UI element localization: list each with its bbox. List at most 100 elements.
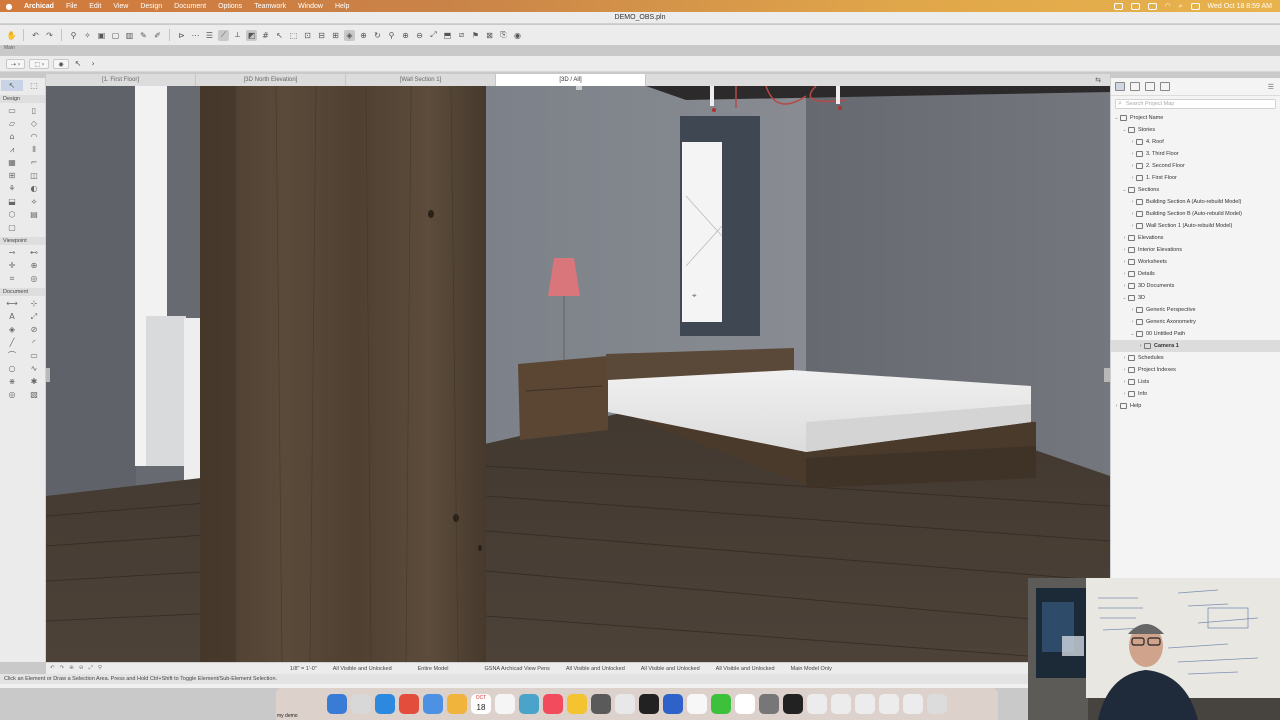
preview-icon[interactable] (519, 694, 539, 714)
left-scroll-handle[interactable] (46, 368, 50, 382)
project-map-item[interactable]: › Details (1111, 268, 1280, 280)
gravity-icon[interactable]: ⟂ (232, 30, 243, 41)
chevron-right-icon[interactable]: › (1129, 223, 1136, 229)
stair-tool-icon[interactable]: ⩘ (1, 144, 23, 155)
project-map-item[interactable]: › Camera 1 (1111, 340, 1280, 352)
chevron-right-icon[interactable]: › (1121, 259, 1128, 265)
column-tool-icon[interactable]: ▯ (23, 105, 45, 116)
model-view-option[interactable]: Entire Model (410, 666, 457, 672)
obs-icon[interactable] (783, 694, 803, 714)
hatch-tool-icon[interactable]: ⊘ (23, 324, 45, 335)
notes-icon[interactable] (567, 694, 587, 714)
trace-reference-icon[interactable]: ⊡ (302, 30, 313, 41)
chevron-right-icon[interactable]: › (1121, 379, 1128, 385)
project-map-item[interactable]: › 4. Roof (1111, 136, 1280, 148)
align-icon[interactable]: ⊳ (176, 30, 187, 41)
zoom-in-icon[interactable]: ⊕ (400, 30, 411, 41)
battery-icon[interactable] (1147, 2, 1157, 10)
project-map-item[interactable]: › Elevations (1111, 232, 1280, 244)
control-center-icon[interactable] (1190, 2, 1200, 10)
explore-icon[interactable]: ⚲ (386, 30, 397, 41)
zoom-out-icon[interactable]: ⊖ (414, 30, 425, 41)
render-icon[interactable]: ◉ (512, 30, 523, 41)
project-map-item[interactable]: › Generic Perspective (1111, 304, 1280, 316)
mail-icon[interactable] (423, 694, 443, 714)
pet-palette-icon[interactable]: ✋ (6, 30, 17, 41)
3d-scene[interactable]: ⌖ (46, 86, 1110, 662)
layout-book-icon[interactable] (1145, 82, 1155, 91)
minimized-window-4-icon[interactable] (903, 694, 923, 714)
project-map-item[interactable]: › Help (1111, 400, 1280, 412)
launchpad-icon[interactable] (351, 694, 371, 714)
menu-edit[interactable]: Edit (83, 3, 107, 10)
project-map-item[interactable]: ⌄ Project Name (1111, 112, 1280, 124)
undo-view-icon[interactable]: ↶ (50, 665, 55, 672)
inject-parameters-icon[interactable]: ✐ (152, 30, 163, 41)
menu-options[interactable]: Options (212, 3, 248, 10)
publisher-sets-icon[interactable] (1160, 82, 1170, 91)
facetime-icon[interactable] (711, 694, 731, 714)
project-map-item[interactable]: › Interior Elevations (1111, 244, 1280, 256)
marquee-3d-icon[interactable]: ⬒ (442, 30, 453, 41)
project-map-item[interactable]: ⌄ Stories (1111, 124, 1280, 136)
toolbox-section-design[interactable]: Design (0, 95, 45, 103)
screenshot-icon[interactable] (759, 694, 779, 714)
project-map-item[interactable]: › Schedules (1111, 352, 1280, 364)
publish-icon[interactable]: ⎘ (498, 30, 509, 41)
opening-tool-icon[interactable]: ▤ (23, 209, 45, 220)
chevron-right-icon[interactable]: › (1121, 271, 1128, 277)
figure-tool-icon[interactable]: ✱ (23, 376, 45, 387)
project-map-item[interactable]: › 2. Second Floor (1111, 160, 1280, 172)
object-tool-icon[interactable]: ⚘ (1, 183, 23, 194)
hotspot-tool-icon[interactable]: ⋇ (1, 376, 23, 387)
railing-tool-icon[interactable]: ⫴ (23, 144, 45, 155)
eye-view-dropdown[interactable]: ◉ (53, 58, 69, 69)
3d-navigation-icon[interactable]: ⊕ (358, 30, 369, 41)
camera-icon[interactable] (639, 694, 659, 714)
skylight-tool-icon[interactable]: ◫ (23, 170, 45, 181)
drawing-tool-icon[interactable]: ▭ (23, 350, 45, 361)
zoom-out-icon[interactable]: ⊖ (79, 665, 84, 672)
project-map-item[interactable]: › Building Section A (Auto-rebuild Model) (1111, 196, 1280, 208)
change-tool-icon[interactable]: ◎ (23, 273, 45, 284)
mesh-tool-icon[interactable]: ⟡ (23, 196, 45, 207)
menu-window[interactable]: Window (292, 3, 329, 10)
project-map-item[interactable]: › Building Section B (Auto-rebuild Model) (1111, 208, 1280, 220)
image-tool-icon[interactable]: ▧ (23, 389, 45, 400)
polyline-tool-icon[interactable]: ⌒ (1, 350, 23, 361)
menu-help[interactable]: Help (329, 3, 355, 10)
suspend-groups-icon[interactable]: ◩ (246, 29, 257, 41)
chevron-right-icon[interactable]: › (1129, 211, 1136, 217)
3d-window-icon[interactable]: ◈ (344, 29, 355, 41)
menu-app-archicad[interactable]: Archicad (18, 3, 60, 10)
minimized-window-1-icon[interactable] (831, 694, 851, 714)
arrow-tool-icon[interactable]: ↖ (73, 58, 84, 69)
screen-record-icon[interactable] (1113, 2, 1123, 10)
arrow-selection-dropdown[interactable]: ⇢ › (6, 58, 26, 69)
archicad-icon[interactable] (663, 694, 683, 714)
circle-tool-icon[interactable]: ○ (1, 363, 23, 374)
shell-tool-icon[interactable]: ◠ (23, 131, 45, 142)
view-map-icon[interactable] (1130, 82, 1140, 91)
undo-icon[interactable]: ↶ (30, 30, 41, 41)
minimized-window-3-icon[interactable] (879, 694, 899, 714)
chevron-right-icon[interactable]: › (1137, 343, 1144, 349)
wifi-icon[interactable]: ◠ (1165, 2, 1171, 10)
project-map-item[interactable]: › Info (1111, 388, 1280, 400)
grid-snap-icon[interactable]: # (260, 30, 271, 41)
chevron-right-icon[interactable]: › (1129, 151, 1136, 157)
layer-combination-2[interactable]: All Visible and Unlocked (558, 666, 633, 672)
document-window-icon[interactable] (807, 694, 827, 714)
reminders-icon[interactable] (495, 694, 515, 714)
project-map-item[interactable]: › 3D Documents (1111, 280, 1280, 292)
teamwork-send-icon[interactable]: ⚑ (470, 30, 481, 41)
window-tool-icon[interactable]: ⊞ (1, 170, 23, 181)
roof-tool-icon[interactable]: ⌂ (1, 131, 23, 142)
fit-in-window-icon[interactable]: ⤢ (428, 30, 439, 41)
selection-marquee-icon[interactable]: ⬚ (288, 30, 299, 41)
lamp-tool-icon[interactable]: ◐ (23, 183, 45, 194)
toolbox-section-viewpoint[interactable]: Viewpoint (0, 237, 45, 245)
menu-teamwork[interactable]: Teamwork (248, 3, 292, 10)
navigator-menu-icon[interactable]: ☰ (1268, 83, 1274, 91)
chevron-down-icon[interactable]: ⌄ (1121, 127, 1128, 133)
